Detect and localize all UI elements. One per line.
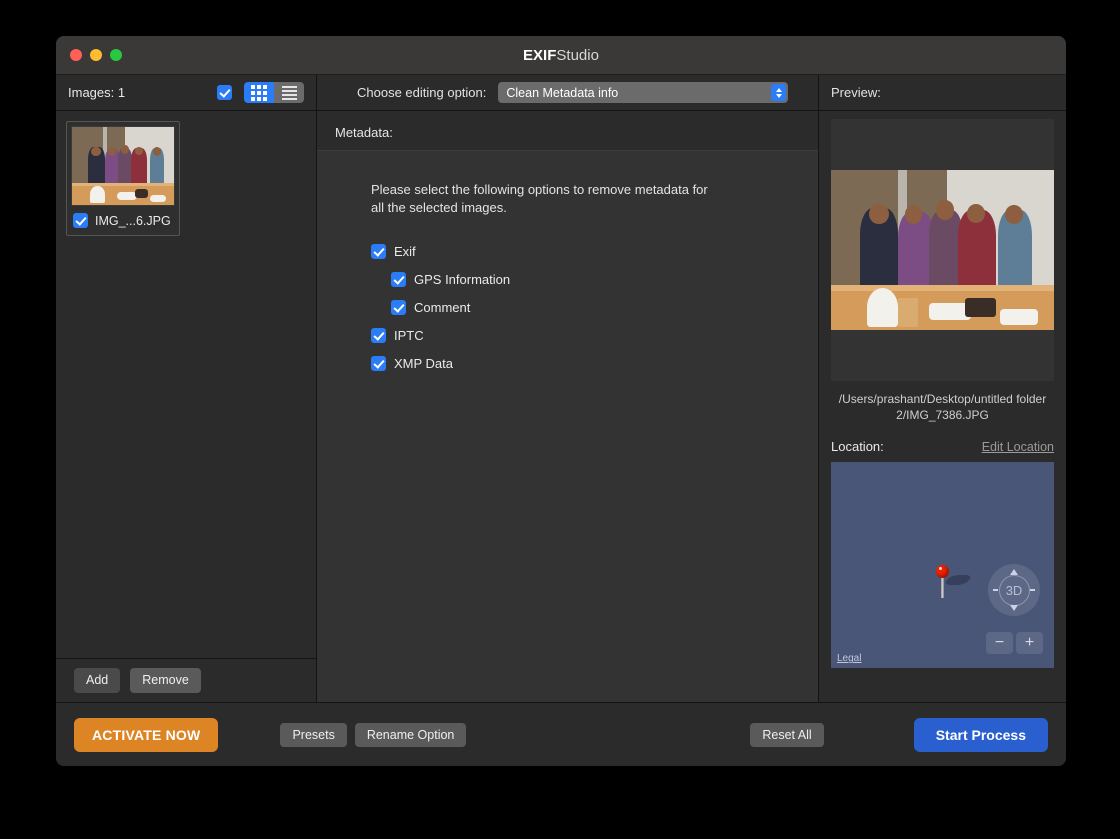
map-3d-label[interactable]: 3D (998, 574, 1030, 606)
add-button[interactable]: Add (74, 668, 121, 693)
gps-information-checkbox[interactable] (391, 271, 406, 287)
compass-south-icon (1010, 605, 1018, 612)
rename-option-button[interactable]: Rename Option (354, 722, 467, 747)
images-count-label: Images: 1 (68, 85, 126, 100)
location-map[interactable]: 3D − + Legal (831, 462, 1054, 669)
compass-west-icon (993, 589, 998, 592)
map-pin-icon (936, 565, 949, 579)
close-icon[interactable] (70, 49, 82, 61)
select-all-checkbox[interactable] (217, 85, 232, 100)
metadata-label: Metadata: (335, 125, 393, 140)
map-legal-link[interactable]: Legal (837, 653, 861, 664)
thumbnail-image (71, 126, 175, 206)
editing-option-select[interactable]: Clean Metadata info (498, 82, 789, 103)
start-process-button[interactable]: Start Process (913, 717, 1048, 752)
images-panel: Images: 1 IMG_...6.JPG Add Remove (56, 75, 317, 702)
list-view-button[interactable] (274, 82, 304, 103)
grid-view-button[interactable] (244, 82, 274, 103)
activate-now-button[interactable]: ACTIVATE NOW (74, 717, 219, 752)
maximize-icon[interactable] (110, 49, 122, 61)
file-path-text: /Users/prashant/Desktop/untitled folder … (838, 392, 1047, 423)
view-mode-toggle[interactable] (244, 82, 304, 103)
map-pin-shadow (942, 575, 974, 586)
remove-button[interactable]: Remove (130, 668, 201, 693)
preview-panel-header: Preview: (819, 75, 1066, 111)
exif-label: Exif (394, 243, 416, 259)
iptc-label: IPTC (394, 327, 424, 343)
option-row-exif[interactable]: Exif (371, 243, 818, 259)
map-zoom-in-button[interactable]: + (1016, 632, 1043, 655)
bottom-toolbar: ACTIVATE NOW Presets Rename Option Reset… (56, 702, 1066, 766)
thumbnail-filename: IMG_...6.JPG (95, 213, 171, 228)
option-row-xmp[interactable]: XMP Data (371, 355, 818, 371)
location-label: Location: (831, 439, 884, 455)
images-panel-footer: Add Remove (56, 658, 316, 702)
editing-option-label: Choose editing option: (357, 85, 487, 100)
option-row-comment[interactable]: Comment (391, 299, 818, 315)
editing-panel-body: Metadata: Please select the following op… (317, 111, 818, 702)
app-window: EXIFStudio Images: 1 IMG_...6.JPG Add Re… (56, 36, 1066, 766)
presets-button[interactable]: Presets (280, 722, 347, 747)
comment-checkbox[interactable] (391, 299, 406, 315)
editing-option-value: Clean Metadata info (506, 85, 619, 100)
editing-panel: Choose editing option: Clean Metadata in… (317, 75, 819, 702)
comment-label: Comment (414, 299, 471, 315)
preview-image (831, 170, 1054, 330)
images-panel-header: Images: 1 (56, 75, 316, 111)
app-title-bold: EXIF (523, 46, 557, 64)
xmp-data-label: XMP Data (394, 355, 454, 371)
list-icon (281, 85, 297, 100)
option-row-gps[interactable]: GPS Information (391, 271, 818, 287)
thumbnail-row: IMG_...6.JPG (71, 206, 175, 235)
metadata-options-box: Please select the following options to r… (317, 150, 818, 702)
preview-image-container (831, 119, 1054, 381)
preview-panel-body: /Users/prashant/Desktop/untitled folder … (819, 111, 1066, 702)
map-3d-compass-control[interactable]: 3D (988, 564, 1040, 617)
main-body: Images: 1 IMG_...6.JPG Add Remove Choose… (56, 75, 1066, 702)
gps-information-label: GPS Information (414, 271, 511, 287)
metadata-instruction: Please select the following options to r… (371, 182, 708, 216)
iptc-checkbox[interactable] (371, 327, 386, 343)
exif-checkbox[interactable] (371, 243, 386, 259)
edit-location-link[interactable]: Edit Location (982, 440, 1054, 454)
thumbnail-item[interactable]: IMG_...6.JPG (66, 121, 180, 236)
grid-icon (251, 84, 267, 101)
preview-panel: Preview: /Users/prashant/Desktop/untitle… (819, 75, 1066, 702)
map-zoom-out-button[interactable]: − (986, 632, 1013, 655)
compass-east-icon (1030, 589, 1035, 592)
thumbnail-grid: IMG_...6.JPG (56, 111, 316, 658)
map-zoom-controls: − + (986, 632, 1043, 655)
xmp-data-checkbox[interactable] (371, 355, 386, 371)
chevron-updown-icon[interactable] (771, 84, 787, 101)
traffic-lights (70, 49, 122, 61)
reset-all-button[interactable]: Reset All (750, 722, 824, 747)
minimize-icon[interactable] (90, 49, 102, 61)
app-title: EXIFStudio (56, 47, 1066, 64)
location-row: Location: Edit Location (831, 439, 1054, 454)
thumbnail-checkbox[interactable] (73, 213, 88, 228)
compass-north-icon (1010, 569, 1018, 576)
app-title-rest: Studio (556, 46, 599, 64)
editing-panel-header: Choose editing option: Clean Metadata in… (317, 75, 818, 111)
title-bar: EXIFStudio (56, 36, 1066, 75)
reset-all-wrapper: Reset All (750, 722, 831, 747)
preview-label: Preview: (831, 85, 881, 100)
map-pin-stick (941, 576, 944, 599)
option-row-iptc[interactable]: IPTC (371, 327, 818, 343)
